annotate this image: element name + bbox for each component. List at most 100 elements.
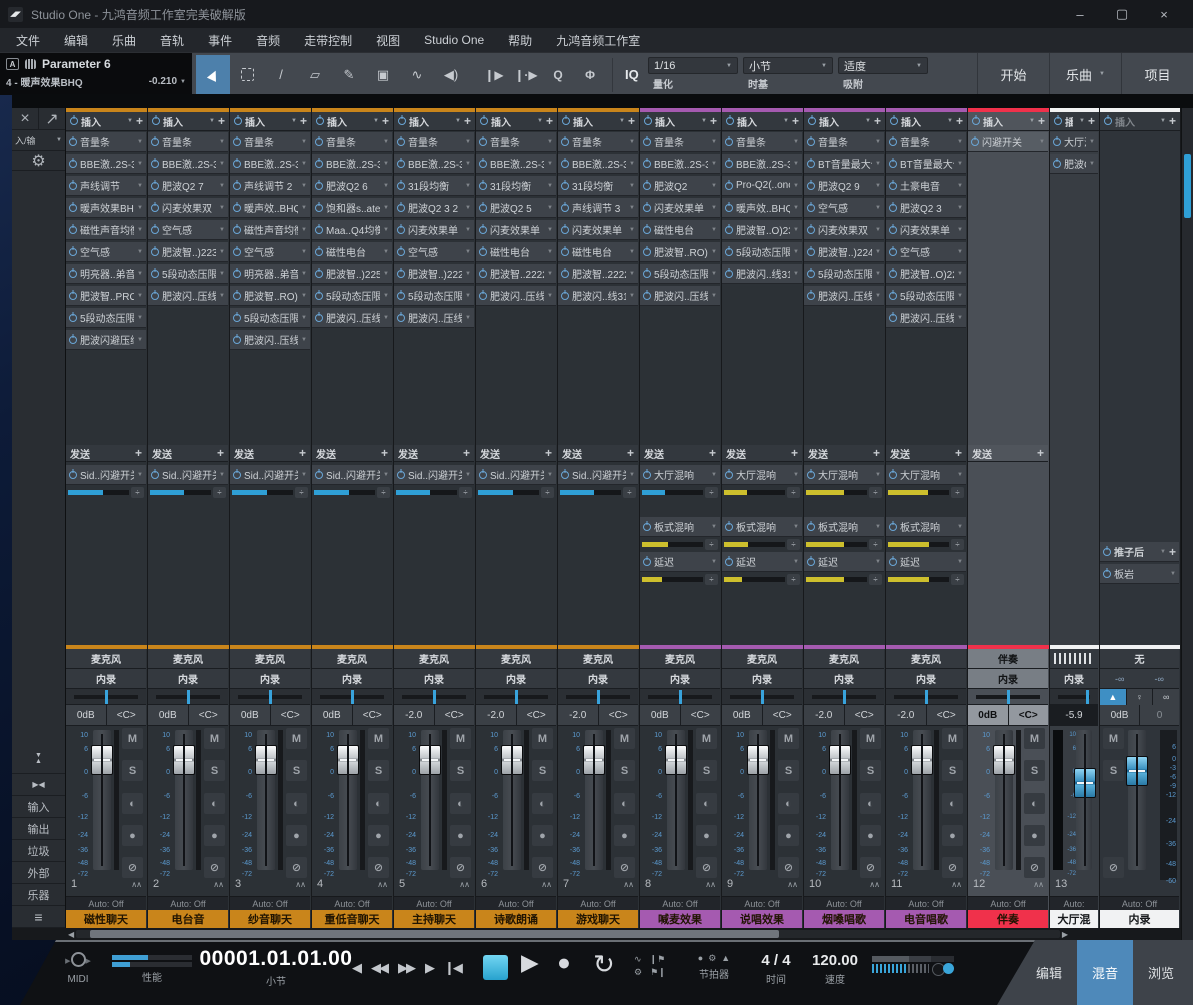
minimize-button[interactable]: – [1059, 0, 1101, 28]
audiobend-transient-icon[interactable]: ❙▶ [478, 58, 510, 92]
plugin-power-icon[interactable] [233, 160, 241, 168]
mute-button[interactable]: M [204, 728, 225, 749]
console-button-乐器[interactable]: 乐器 [12, 884, 65, 906]
plugin-dropdown-icon[interactable]: ▼ [219, 271, 225, 277]
metronome-icon[interactable]: ▲ [721, 953, 730, 964]
automation-mode[interactable]: Auto: Off [886, 896, 966, 910]
insert-slot[interactable]: Pro-Q2(..ono)▼ [722, 176, 802, 196]
send-power-icon[interactable] [889, 558, 897, 566]
plugin-power-icon[interactable] [643, 248, 651, 256]
plugin-dropdown-icon[interactable]: ▼ [137, 205, 143, 211]
send-dropdown-icon[interactable]: ▼ [219, 472, 225, 478]
plugin-dropdown-icon[interactable]: ▼ [301, 161, 307, 167]
monitor-button[interactable]: ◐ [860, 793, 881, 814]
insert-slot[interactable]: BT音量最大化▼ [804, 154, 884, 174]
monitor-button[interactable]: ◐ [614, 793, 635, 814]
plugin-dropdown-icon[interactable]: ▼ [465, 205, 471, 211]
fader-cap[interactable] [91, 745, 113, 775]
output-select[interactable]: 内录 [558, 669, 638, 689]
send-dropdown-icon[interactable]: ▼ [793, 559, 799, 565]
insert-slot[interactable]: 音量条▼ [230, 132, 310, 152]
insert-slot[interactable]: 音量条▼ [394, 132, 474, 152]
plugin-power-icon[interactable] [233, 204, 241, 212]
send-slider-handle[interactable]: ÷ [213, 487, 226, 498]
mute-button[interactable]: M [122, 728, 143, 749]
inserts-dropdown-icon[interactable]: ▼ [455, 118, 461, 124]
gain-value[interactable]: 0dB [640, 705, 680, 725]
plugin-dropdown-icon[interactable]: ▼ [301, 249, 307, 255]
send-dropdown-icon[interactable]: ▼ [957, 472, 963, 478]
plugin-dropdown-icon[interactable]: ▼ [137, 249, 143, 255]
plugin-power-icon[interactable] [151, 270, 159, 278]
insert-slot[interactable]: 闪麦效果单▼ [640, 198, 720, 218]
record-arm-button[interactable]: ● [942, 825, 963, 846]
insert-slot[interactable]: BBE激..2S-3▼ [312, 154, 392, 174]
insert-slot[interactable]: BBE激..2S-3▼ [558, 154, 638, 174]
send-power-icon[interactable] [889, 471, 897, 479]
send-power-icon[interactable] [725, 558, 733, 566]
plugin-power-icon[interactable] [561, 160, 569, 168]
menu-item-九鸿音频工作室[interactable]: 九鸿音频工作室 [556, 32, 640, 49]
solo-button[interactable]: S [942, 760, 963, 781]
plugin-power-icon[interactable] [233, 226, 241, 234]
automation-mode[interactable]: Auto: Off [66, 896, 146, 910]
send-power-icon[interactable] [315, 471, 323, 479]
close-icon[interactable]: × [12, 108, 39, 129]
automation-mode[interactable]: Auto: Off [1100, 896, 1179, 910]
channel-name[interactable]: 内录 [1100, 910, 1179, 928]
plugin-power-icon[interactable] [725, 182, 733, 190]
input-select[interactable]: 麦克风 [722, 649, 802, 669]
send-level-slider[interactable]: ÷ [68, 486, 144, 498]
add-insert-icon[interactable]: + [136, 114, 143, 128]
page-button-编辑[interactable]: 编辑 [1021, 940, 1077, 1005]
automation-mode[interactable]: Auto: Off [148, 896, 228, 910]
add-insert-icon[interactable]: + [1169, 114, 1176, 128]
gain-value[interactable]: -2.0 [804, 705, 844, 725]
send-power-icon[interactable] [807, 471, 815, 479]
page-button-混音[interactable]: 混音 [1077, 940, 1133, 1005]
plugin-dropdown-icon[interactable]: ▼ [383, 293, 389, 299]
insert-slot[interactable]: BBE激..2S-3▼ [476, 154, 556, 174]
meter-mode-icon[interactable]: ∧∧ [295, 880, 305, 889]
plugin-power-icon[interactable] [889, 204, 897, 212]
timebase-select[interactable]: 小节▼ [743, 57, 833, 74]
insert-slot[interactable]: 音量条▼ [148, 132, 228, 152]
plugin-dropdown-icon[interactable]: ▼ [711, 205, 717, 211]
channel-name[interactable]: 重低音聊天 [312, 910, 392, 928]
plugin-dropdown-icon[interactable]: ▼ [219, 249, 225, 255]
plugin-power-icon[interactable] [479, 248, 487, 256]
inserts-header[interactable]: 插入▼+ [394, 112, 475, 131]
insert-slot[interactable]: 肥波Q2▼ [1050, 154, 1098, 174]
post-inserts-header[interactable]: 推子后▼+ [1100, 542, 1179, 562]
plugin-power-icon[interactable] [889, 226, 897, 234]
plugin-dropdown-icon[interactable]: ▼ [957, 139, 963, 145]
send-power-icon[interactable] [561, 471, 569, 479]
plugin-power-icon[interactable] [561, 138, 569, 146]
maximize-button[interactable]: ▢ [1101, 0, 1143, 28]
menu-item-音频[interactable]: 音频 [256, 32, 280, 49]
insert-slot[interactable]: 音量条▼ [722, 132, 802, 152]
plugin-dropdown-icon[interactable]: ▼ [793, 139, 799, 145]
send-slider-handle[interactable]: ÷ [705, 539, 718, 550]
input-select[interactable]: 麦克风 [66, 649, 146, 669]
insert-slot[interactable]: 音量条▼ [312, 132, 392, 152]
channel-name[interactable]: 纱音聊天 [230, 910, 310, 928]
plugin-dropdown-icon[interactable]: ▼ [383, 227, 389, 233]
inserts-header[interactable]: 插入▼+ [558, 112, 639, 131]
record-arm-button[interactable]: ● [532, 825, 553, 846]
plugin-power-icon[interactable] [397, 160, 405, 168]
fader-track[interactable] [913, 730, 931, 870]
insert-slot[interactable]: BBE激..2S-3▼ [230, 154, 310, 174]
solo-button[interactable]: S [532, 760, 553, 781]
fader-track[interactable] [257, 730, 275, 870]
meter-toggle[interactable] [932, 963, 954, 974]
plugin-dropdown-icon[interactable]: ▼ [137, 293, 143, 299]
plugin-dropdown-icon[interactable]: ▼ [547, 139, 553, 145]
post-dropdown-icon[interactable]: ▼ [1160, 549, 1166, 555]
menu-item-视图[interactable]: 视图 [376, 32, 400, 49]
plugin-dropdown-icon[interactable]: ▼ [711, 161, 717, 167]
automation-mode[interactable]: Auto: Off [968, 896, 1048, 910]
insert-slot[interactable]: 音量条▼ [640, 132, 720, 152]
page-button-浏览[interactable]: 浏览 [1133, 940, 1189, 1005]
plugin-dropdown-icon[interactable]: ▼ [711, 227, 717, 233]
